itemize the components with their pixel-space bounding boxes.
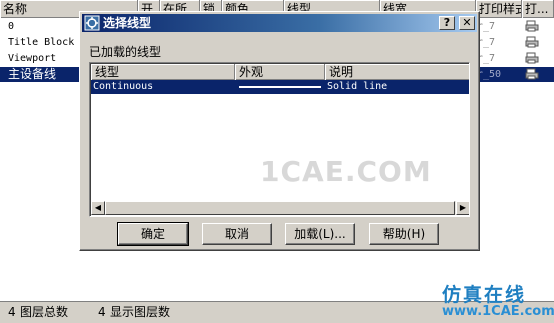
printer-icon[interactable] xyxy=(525,20,539,32)
shown-count: 4 xyxy=(98,305,106,319)
layer-name: Viewport xyxy=(8,53,57,64)
dialog-title: 选择线型 xyxy=(103,16,152,30)
printer-icon[interactable] xyxy=(525,68,539,80)
logo-url: www.1CAE.com xyxy=(442,304,554,319)
col-plot[interactable]: 打... xyxy=(522,0,554,18)
scroll-right-icon[interactable]: ▶ xyxy=(456,201,469,215)
printer-icon[interactable] xyxy=(525,36,539,48)
watermark: 1CAE.COM xyxy=(260,155,432,188)
layer-plot-style: r_50 xyxy=(477,69,502,80)
cancel-button[interactable]: 取消 xyxy=(202,223,272,245)
total-label: 图层总数 xyxy=(20,305,69,319)
close-button[interactable]: ✕ xyxy=(459,16,475,30)
linetype-name: Continuous xyxy=(93,81,154,92)
col-plot-style[interactable]: 打印样式 xyxy=(476,0,522,18)
linetype-list-header: 线型 外观 说明 xyxy=(91,64,469,80)
printer-icon[interactable] xyxy=(525,52,539,64)
col-linetype[interactable]: 线型 xyxy=(91,64,235,80)
total-count: 4 xyxy=(8,305,16,319)
app-icon xyxy=(84,15,100,31)
layer-plot-style: r_7 xyxy=(477,21,496,32)
linetype-row-selected[interactable]: Continuous Solid line xyxy=(91,80,469,94)
select-linetype-dialog: 选择线型 ? ✕ 已加载的线型 线型 外观 说明 Continuous Soli… xyxy=(79,11,480,251)
ok-button[interactable]: 确定 xyxy=(117,222,189,246)
shown-label: 显示图层数 xyxy=(110,305,171,319)
help-button[interactable]: ? xyxy=(439,16,455,30)
layer-plot-style: r_7 xyxy=(477,37,496,48)
logo-name: 仿真在线 xyxy=(442,284,527,306)
scroll-thumb[interactable] xyxy=(105,201,455,215)
site-logo: 仿真在线 www.1CAE.com xyxy=(440,280,554,322)
help-dialog-button[interactable]: 帮助(H) xyxy=(369,223,439,245)
col-appearance[interactable]: 外观 xyxy=(235,64,325,80)
linetype-appearance xyxy=(239,86,321,88)
loaded-linetypes-label: 已加载的线型 xyxy=(89,45,162,59)
col-description[interactable]: 说明 xyxy=(325,64,469,80)
load-button[interactable]: 加载(L)... xyxy=(285,223,355,245)
dialog-titlebar[interactable]: 选择线型 ? ✕ xyxy=(82,14,477,32)
linetype-description: Solid line xyxy=(327,81,388,92)
layer-name: 主设备线 xyxy=(8,67,57,81)
horizontal-scrollbar[interactable]: ◀ ▶ xyxy=(91,201,469,215)
layer-name: 0 xyxy=(8,21,15,32)
linetype-list[interactable]: 线型 外观 说明 Continuous Solid line 1CAE.COM … xyxy=(89,62,470,217)
scroll-left-icon[interactable]: ◀ xyxy=(91,201,105,215)
layer-name: Title Block xyxy=(8,37,75,48)
layer-plot-style: r_7 xyxy=(477,53,496,64)
